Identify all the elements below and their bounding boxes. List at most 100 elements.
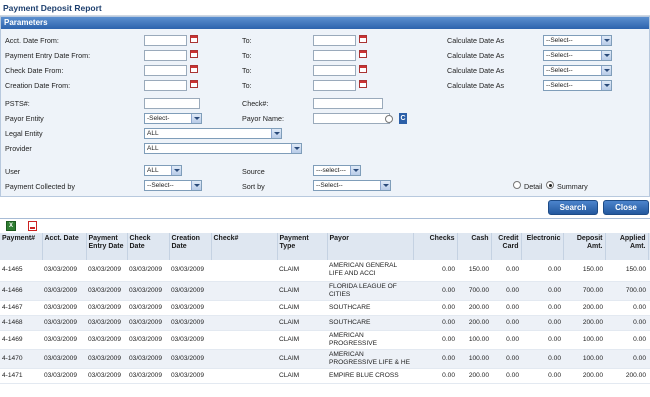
- table-cell: 700.00: [563, 281, 605, 301]
- collected-by-select[interactable]: --Select--: [144, 180, 202, 191]
- close-button[interactable]: Close: [603, 200, 649, 215]
- payor-name-input[interactable]: [313, 113, 390, 124]
- table-cell: 0.00: [491, 315, 521, 331]
- detail-radio[interactable]: [513, 181, 521, 189]
- payor-entity-select[interactable]: -Select-: [144, 113, 202, 124]
- calendar-icon[interactable]: [190, 80, 198, 88]
- calc-date-select[interactable]: --Select--: [543, 50, 612, 61]
- table-row[interactable]: 4-1469 03/03/2009 03/03/2009 03/03/2009 03/0…: [0, 330, 650, 350]
- check-date-from-input[interactable]: [144, 65, 187, 76]
- select-value: ALL: [147, 130, 159, 137]
- check-number-input[interactable]: [313, 98, 383, 109]
- table-cell: 03/03/2009: [42, 315, 86, 331]
- calendar-icon[interactable]: [359, 65, 367, 73]
- calendar-icon[interactable]: [190, 65, 198, 73]
- excel-export-icon[interactable]: X: [6, 221, 16, 231]
- source-label: Source: [242, 167, 265, 176]
- table-cell: 03/03/2009: [86, 260, 127, 282]
- column-header[interactable]: Payment Entry Date: [86, 233, 128, 260]
- entry-date-from-input[interactable]: [144, 50, 187, 61]
- table-cell: 03/03/2009: [86, 281, 127, 301]
- creation-date-from-label: Creation Date From:: [5, 81, 71, 90]
- table-cell: 0.00: [413, 349, 457, 369]
- column-header[interactable]: Electronic: [521, 233, 564, 260]
- table-cell: CLAIM: [277, 368, 327, 384]
- summary-label: Summary: [557, 182, 588, 191]
- calendar-icon[interactable]: [359, 35, 367, 43]
- table-row[interactable]: 4-1471 03/03/2009 03/03/2009 03/03/2009 03/0…: [0, 368, 650, 384]
- table-cell: 100.00: [563, 330, 605, 350]
- pdf-export-icon[interactable]: [28, 221, 37, 231]
- table-cell: [211, 300, 277, 316]
- table-cell: FLORIDA LEAGUE OF CITIES: [327, 281, 413, 301]
- column-header[interactable]: Applied Amt.: [605, 233, 649, 260]
- select-value: --Select--: [546, 37, 573, 44]
- sort-by-label: Sort by: [242, 182, 265, 191]
- table-cell: 03/03/2009: [86, 330, 127, 350]
- calc-date-select[interactable]: --Select--: [543, 80, 612, 91]
- calendar-icon[interactable]: [359, 50, 367, 58]
- user-select[interactable]: ALL: [144, 165, 182, 176]
- table-cell: 0.00: [491, 368, 521, 384]
- entry-date-to-input[interactable]: [313, 50, 356, 61]
- sort-by-select[interactable]: --Select--: [313, 180, 391, 191]
- calc-date-select[interactable]: --Select--: [543, 65, 612, 76]
- table-cell: 0.00: [521, 281, 563, 301]
- column-header[interactable]: Creation Date: [169, 233, 212, 260]
- column-header[interactable]: Deposit Amt.: [563, 233, 606, 260]
- chevron-down-icon: [350, 166, 360, 175]
- table-cell: 0.00: [491, 349, 521, 369]
- calendar-icon[interactable]: [190, 35, 198, 43]
- table-cell: 150.00: [605, 260, 648, 282]
- creation-date-to-input[interactable]: [313, 80, 356, 91]
- acct-date-from-input[interactable]: [144, 35, 187, 46]
- table-row[interactable]: 4-1468 03/03/2009 03/03/2009 03/03/2009 03/0…: [0, 315, 650, 331]
- table-cell: 200.00: [605, 368, 648, 384]
- provider-select[interactable]: ALL: [144, 143, 302, 154]
- table-row[interactable]: 4-1465 03/03/2009 03/03/2009 03/03/2009 03/0…: [0, 260, 650, 282]
- parameters-title: Parameters: [4, 18, 48, 27]
- to-label: To:: [242, 66, 252, 75]
- column-header[interactable]: Check Date: [127, 233, 170, 260]
- column-header[interactable]: Payment#: [0, 233, 43, 260]
- chevron-down-icon: [191, 114, 201, 123]
- table-row[interactable]: 4-1466 03/03/2009 03/03/2009 03/03/2009 03/0…: [0, 281, 650, 301]
- column-header[interactable]: Acct. Date: [42, 233, 87, 260]
- select-value: --Select--: [546, 52, 573, 59]
- table-cell: 03/03/2009: [42, 300, 86, 316]
- calendar-icon[interactable]: [190, 50, 198, 58]
- legal-entity-select[interactable]: ALL: [144, 128, 282, 139]
- acct-date-to-input[interactable]: [313, 35, 356, 46]
- source-select[interactable]: ---select---: [313, 165, 361, 176]
- column-header[interactable]: Payment Type: [277, 233, 328, 260]
- table-cell: 0.00: [413, 368, 457, 384]
- table-cell: [211, 349, 277, 369]
- table-cell: 150.00: [563, 260, 605, 282]
- chevron-down-icon: [601, 66, 611, 75]
- search-button[interactable]: Search: [548, 200, 598, 215]
- payor-name-radio[interactable]: [385, 115, 393, 123]
- clear-button[interactable]: C: [399, 113, 407, 124]
- column-header[interactable]: Check#: [211, 233, 278, 260]
- column-header[interactable]: Credit Card: [491, 233, 522, 260]
- table-row[interactable]: 4-1470 03/03/2009 03/03/2009 03/03/2009 03/0…: [0, 349, 650, 369]
- legal-entity-label: Legal Entity: [5, 129, 43, 138]
- column-header[interactable]: Payor: [327, 233, 414, 260]
- table-cell: 0.00: [521, 368, 563, 384]
- summary-radio[interactable]: [546, 181, 554, 189]
- psts-input[interactable]: [144, 98, 200, 109]
- calendar-icon[interactable]: [359, 80, 367, 88]
- chevron-down-icon: [601, 81, 611, 90]
- column-header[interactable]: Cash: [457, 233, 492, 260]
- table-row[interactable]: 4-1467 03/03/2009 03/03/2009 03/03/2009 03/0…: [0, 300, 650, 316]
- table-cell: EMPIRE BLUE CROSS: [327, 368, 413, 384]
- calc-date-as-label: Calculate Date As: [447, 66, 505, 75]
- calc-date-select[interactable]: --Select--: [543, 35, 612, 46]
- table-cell: 0.00: [521, 300, 563, 316]
- table-cell: 03/03/2009: [127, 260, 169, 282]
- creation-date-from-input[interactable]: [144, 80, 187, 91]
- table-cell: 150.00: [457, 260, 491, 282]
- check-date-to-input[interactable]: [313, 65, 356, 76]
- column-header[interactable]: Checks: [413, 233, 458, 260]
- select-value: --Select--: [147, 182, 174, 189]
